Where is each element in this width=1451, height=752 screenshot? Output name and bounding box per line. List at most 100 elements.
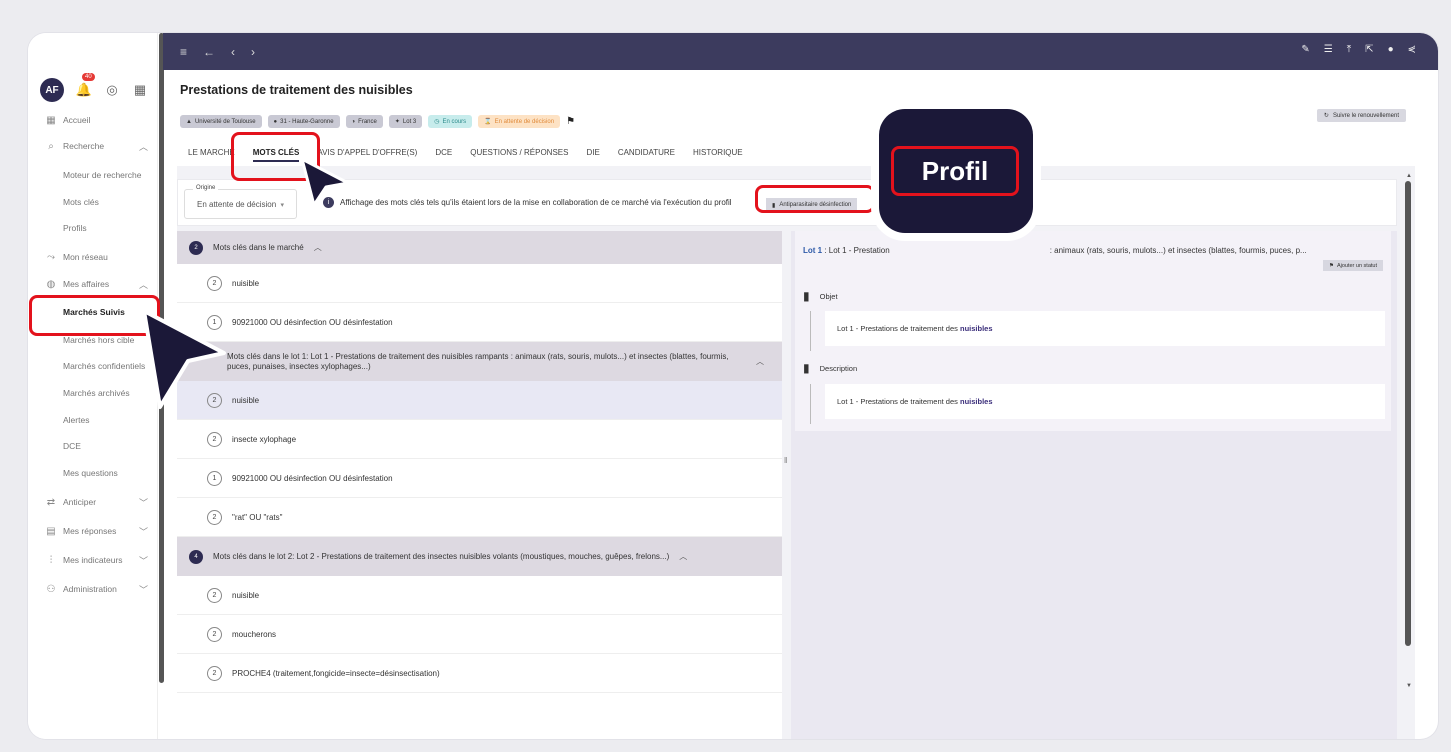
sidebar-item-reponses[interactable]: ▤ Mes réponses ﹀ (28, 518, 158, 544)
sidebar-item-recherche[interactable]: ⌕ Recherche ︿ (28, 133, 158, 159)
network-icon: ⤳ (47, 251, 55, 263)
keyword-row[interactable]: 1 90921000 OU désinfection OU désinfestat… (177, 303, 782, 342)
keyword-count: 2 (207, 509, 222, 525)
institution-icon: ▲ (186, 118, 192, 125)
keyword-group-header[interactable]: Mots clés dans le lot 1: Lot 1 - Prestat… (177, 342, 782, 381)
tab-le-marche[interactable]: LE MARCHÉ (188, 145, 235, 162)
chevron-down-icon: ﹀ (138, 584, 148, 595)
share-icon[interactable]: ⇱ (1365, 44, 1373, 55)
sliders-icon[interactable]: ☰ (1324, 44, 1333, 55)
sidebar-item-accueil[interactable]: ▦ Accueil (28, 107, 158, 133)
tag-status: ◷ En cours (428, 115, 473, 128)
sidebar-item-moteur[interactable]: Moteur de recherche (28, 162, 158, 188)
keyword-row[interactable]: 2 nuisible (177, 576, 782, 615)
tab-historique[interactable]: HISTORIQUE (693, 145, 743, 162)
keyword-row[interactable]: 2 moucherons (177, 615, 782, 654)
keyword-row[interactable]: 2 insecte xylophage (177, 420, 782, 459)
section-objet-header: ▮ Objet (803, 289, 838, 303)
chevron-right-icon[interactable]: › (251, 45, 255, 59)
tag-decision: ⌛ En attente de décision (478, 115, 561, 128)
section-title: Objet (819, 291, 838, 301)
flag-icon[interactable]: ⚑ (566, 116, 575, 127)
add-status-button[interactable]: ⚑ Ajouter un statut (1323, 260, 1383, 271)
add-status-label: Ajouter un statut (1336, 262, 1377, 269)
follow-renewal-button[interactable]: ↻ Suivre le renouvellement (1316, 109, 1406, 122)
scroll-down-icon[interactable]: ▼ (1406, 683, 1412, 689)
keyword-count: 2 (207, 626, 222, 642)
sidebar-item-affaires[interactable]: ◍ Mes affaires ︿ (28, 271, 158, 297)
avatar[interactable]: AF (40, 78, 64, 102)
section-title: Description (819, 363, 858, 373)
section-text: Lot 1 - Prestations de traitement des (837, 324, 958, 333)
location-icon: ● (273, 118, 278, 125)
keyword-text: nuisible (232, 590, 260, 600)
chevron-down-icon: ﹀ (138, 526, 148, 537)
bell-icon[interactable]: 🔔 40 (76, 73, 95, 98)
scroll-up-icon[interactable]: ▲ (1406, 173, 1412, 179)
origin-info-text: Affichage des mots clés tels qu'ils étai… (340, 198, 732, 207)
keyword-row[interactable]: 2 nuisible (177, 381, 782, 420)
chevron-down-icon: ﹀ (138, 497, 148, 508)
tag-label: 31 - Haute-Garonne (280, 118, 334, 125)
sidebar-item-indicateurs[interactable]: ⫶ Mes indicateurs ﹀ (28, 547, 158, 573)
tab-die[interactable]: DIE (586, 145, 599, 162)
tab-candidature[interactable]: CANDIDATURE (618, 145, 675, 162)
tab-questions[interactable]: QUESTIONS / RÉPONSES (470, 145, 568, 162)
section-objet-content: Lot 1 - Prestations de traitement des nu… (825, 311, 1385, 346)
keyword-count: 2 (207, 431, 222, 447)
pin-icon[interactable]: ✎ (1301, 44, 1309, 55)
back-arrow-icon[interactable]: ← (203, 45, 215, 59)
sidebar-item-label: Mes questions (63, 468, 118, 478)
tag-label: Lot 3 (402, 118, 417, 125)
keyword-count: 2 (207, 587, 222, 603)
keyword-group-header[interactable]: 4 Mots clés dans le lot 2: Lot 2 - Prest… (177, 537, 782, 576)
chevron-down-icon: ▾ (280, 202, 284, 209)
sidebar-item-anticiper[interactable]: ⇄ Anticiper ﹀ (28, 489, 158, 515)
keyword-row[interactable]: 2 "rat" OU "rats" (177, 498, 782, 537)
sidebar-item-label: Marchés archivés (63, 388, 130, 398)
tag-label: France (358, 118, 377, 125)
building-icon[interactable]: ▦ (132, 82, 148, 98)
chevron-up-icon: ︿ (313, 243, 322, 252)
sidebar-item-label: Mes affaires (63, 279, 110, 289)
sidebar-item-label: Alertes (63, 415, 90, 425)
keyword-text: moucherons (232, 629, 277, 639)
lot-card: Lot 1 : Lot 1 - Prestation: animaux (rat… (795, 231, 1391, 431)
content-scrollbar[interactable] (1405, 181, 1411, 646)
info-icon[interactable]: ● (1388, 44, 1394, 55)
tag-country: ◑ France (345, 115, 383, 128)
topbar-actions: ✎ ☰ ⤒ ⇱ ● ⋞ (1301, 44, 1416, 55)
keyword-row[interactable]: 2 PROCHE4 (traitement,fongicide=insecte=d… (177, 654, 782, 693)
origin-select[interactable]: Origine En attente de décision ▾ (184, 185, 297, 219)
sidebar-item-profils[interactable]: Profils (28, 215, 158, 241)
sidebar-item-mots-cles[interactable]: Mots clés (28, 189, 158, 215)
menu-icon[interactable]: ≡ (180, 45, 187, 59)
users-icon: ⚇ (46, 583, 56, 595)
chevron-up-icon: ︿ (138, 141, 148, 152)
keyword-row[interactable]: 2 nuisible (177, 264, 782, 303)
sidebar-item-dce[interactable]: DCE (28, 433, 158, 459)
briefcase-icon: ◍ (46, 278, 56, 290)
keyword-group-header[interactable]: 2 Mots clés dans le marché ︿ (177, 231, 782, 264)
sidebar-item-label: Administration (63, 584, 117, 594)
sidebar-item-questions[interactable]: Mes questions (28, 460, 158, 486)
panel-splitter[interactable]: ‖ (784, 456, 787, 465)
grid-icon: ▦ (46, 114, 56, 126)
keyword-row[interactable]: 1 90921000 OU désinfection OU désinfestat… (177, 459, 782, 498)
sidebar-item-reseau[interactable]: ⤳ Mon réseau (28, 244, 158, 270)
chevron-left-icon[interactable]: ‹ (231, 45, 235, 59)
profil-callout-label: Profil (891, 146, 1019, 196)
upload-icon[interactable]: ⤒ (1347, 44, 1351, 55)
chevron-up-icon: ︿ (679, 552, 688, 561)
hourglass-icon: ⌛ (484, 119, 492, 125)
globe-icon[interactable]: ◎ (104, 82, 120, 98)
tab-dce[interactable]: DCE (435, 145, 452, 162)
sidebar-item-label: Profils (63, 223, 87, 233)
network-share-icon[interactable]: ⋞ (1408, 44, 1416, 55)
section-line (810, 311, 811, 351)
sidebar-item-administration[interactable]: ⚇ Administration ﹀ (28, 576, 158, 602)
group-title: Mots clés dans le marché (213, 243, 304, 252)
group-count: 2 (189, 240, 203, 255)
sidebar-item-label: Marchés confidentiels (63, 361, 146, 371)
highlight-profile-tag (755, 185, 875, 213)
